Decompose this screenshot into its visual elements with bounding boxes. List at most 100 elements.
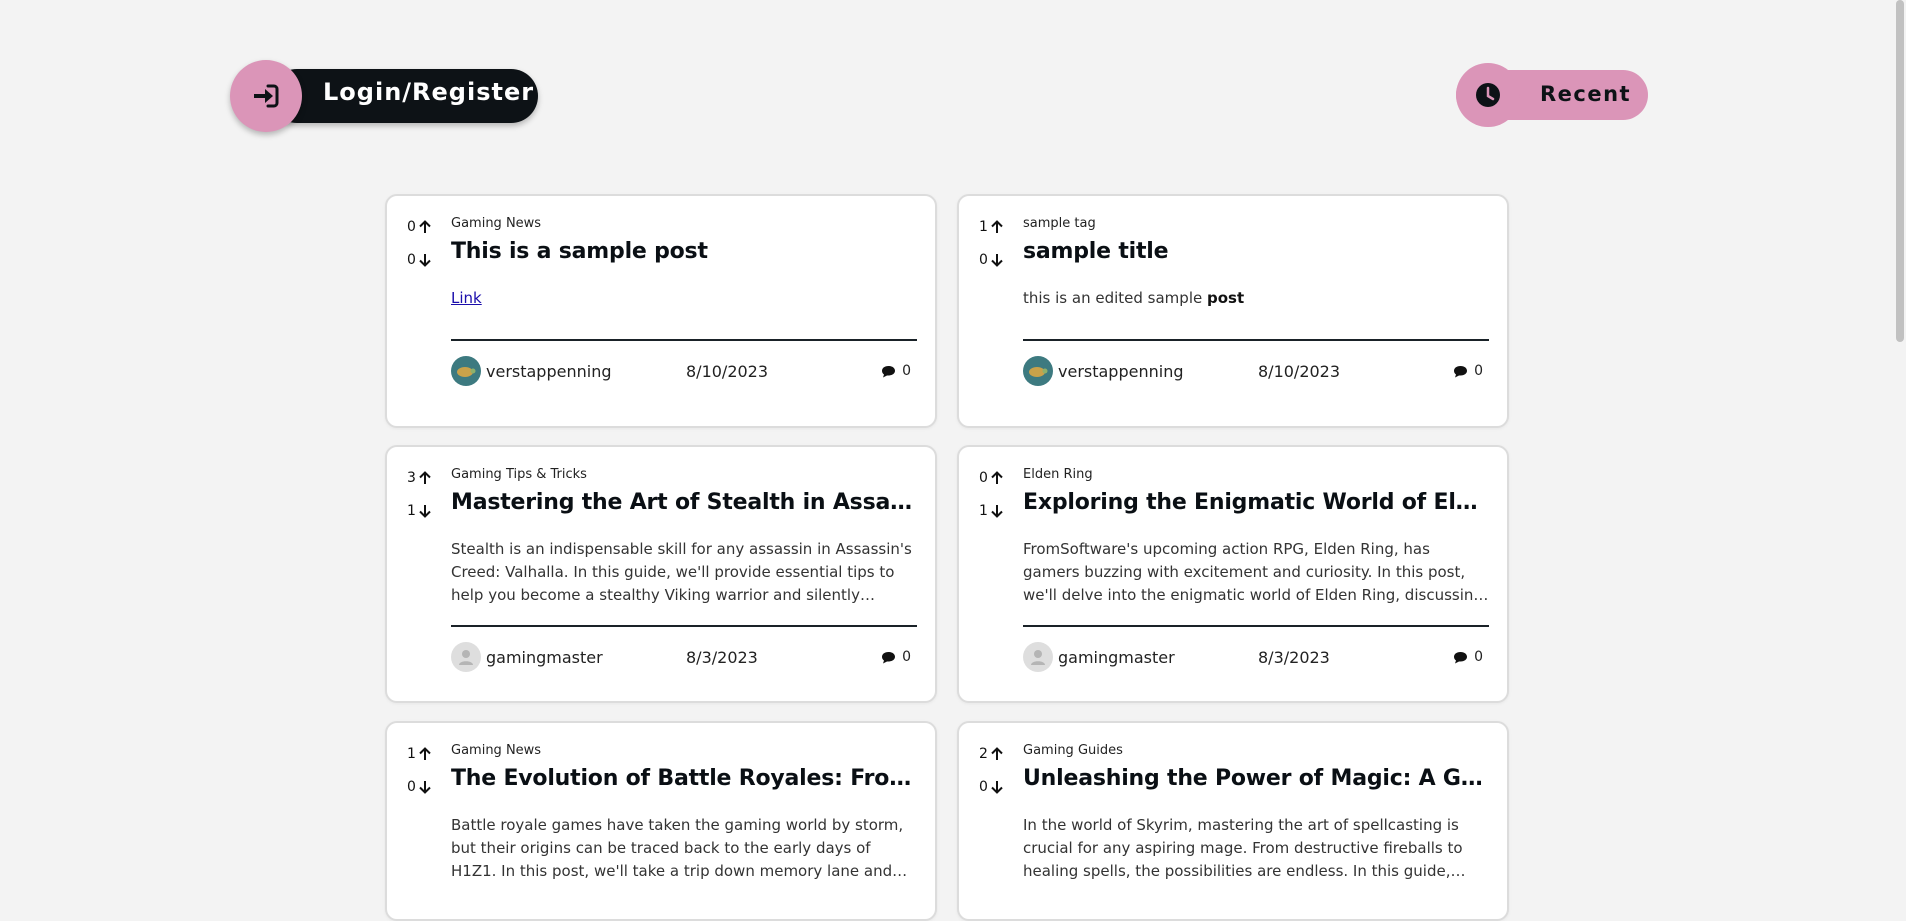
user-icon xyxy=(459,650,473,665)
comment-count: 0 xyxy=(902,363,911,379)
post-excerpt-bold: post xyxy=(1206,289,1245,307)
post-footer: gamingmaster 8/3/2023 0 xyxy=(1023,641,1489,673)
recent-label: Recent xyxy=(1540,82,1632,106)
divider xyxy=(451,625,917,627)
post-title[interactable]: Mastering the Art of Stealth in Assassin… xyxy=(451,490,917,520)
downvote-count: 0 xyxy=(979,252,988,268)
post-excerpt: Stealth is an indispensable skill for an… xyxy=(451,540,912,604)
avatar[interactable] xyxy=(451,356,481,386)
downvote-count: 0 xyxy=(979,779,988,795)
post-title[interactable]: Unleashing the Power of Magic: A Guide t… xyxy=(1023,766,1489,796)
arrow-down-icon xyxy=(419,254,431,267)
post-date: 8/3/2023 xyxy=(686,647,758,667)
upvote-count: 1 xyxy=(407,746,416,762)
comment-count: 0 xyxy=(902,649,911,665)
post-excerpt: In the world of Skyrim, mastering the ar… xyxy=(1023,816,1463,880)
downvote-button[interactable]: 1 xyxy=(407,502,435,520)
post-author[interactable]: verstappenning xyxy=(486,362,686,381)
upvote-button[interactable]: 1 xyxy=(979,218,1007,236)
upvote-button[interactable]: 2 xyxy=(979,745,1007,763)
comment-icon xyxy=(882,651,896,663)
post-footer: verstappenning 8/10/2023 0 xyxy=(451,355,917,387)
post-tag[interactable]: Gaming Tips & Tricks xyxy=(451,467,917,485)
scrollbar[interactable] xyxy=(1894,0,1906,900)
post-tag[interactable]: Gaming News xyxy=(451,216,917,234)
recent-button[interactable]: Recent xyxy=(1456,63,1650,127)
upvote-button[interactable]: 0 xyxy=(407,218,435,236)
arrow-up-icon xyxy=(419,471,431,484)
comment-icon xyxy=(882,365,896,377)
comments-button[interactable]: 0 xyxy=(881,363,911,379)
downvote-button[interactable]: 1 xyxy=(979,502,1007,520)
downvote-button[interactable]: 0 xyxy=(979,778,1007,796)
post-tag[interactable]: Gaming Guides xyxy=(1023,743,1489,761)
post-excerpt: this is an edited sample post xyxy=(1023,287,1489,327)
arrow-down-icon xyxy=(419,505,431,518)
post-date: 8/3/2023 xyxy=(1258,647,1330,667)
login-register-button[interactable]: Login/Register xyxy=(230,60,540,132)
post-excerpt: Link xyxy=(451,287,917,327)
downvote-button[interactable]: 0 xyxy=(407,778,435,796)
vote-box: 0 1 xyxy=(979,469,1007,535)
comment-count: 0 xyxy=(1474,649,1483,665)
post-title[interactable]: Exploring the Enigmatic World of Elden R… xyxy=(1023,490,1489,520)
scrollbar-thumb[interactable] xyxy=(1896,0,1904,342)
comments-button[interactable]: 0 xyxy=(881,649,911,665)
vote-box: 0 0 xyxy=(407,218,435,284)
avatar[interactable] xyxy=(1023,356,1053,386)
post-card[interactable]: 0 0 Gaming News This is a sample post Li… xyxy=(385,194,937,428)
avatar[interactable] xyxy=(451,642,481,672)
downvote-count: 0 xyxy=(407,252,416,268)
post-tag[interactable]: sample tag xyxy=(1023,216,1489,234)
downvote-button[interactable]: 0 xyxy=(407,251,435,269)
post-tag[interactable]: Elden Ring xyxy=(1023,467,1489,485)
arrow-up-icon xyxy=(991,471,1003,484)
login-arrow-icon xyxy=(230,60,302,132)
downvote-count: 1 xyxy=(407,503,416,519)
post-author[interactable]: gamingmaster xyxy=(486,648,686,667)
downvote-button[interactable]: 0 xyxy=(979,251,1007,269)
post-date: 8/10/2023 xyxy=(686,361,769,381)
post-author[interactable]: verstappenning xyxy=(1058,362,1258,381)
comment-icon xyxy=(1454,651,1468,663)
post-author[interactable]: gamingmaster xyxy=(1058,648,1258,667)
arrow-down-icon xyxy=(991,254,1003,267)
upvote-button[interactable]: 1 xyxy=(407,745,435,763)
login-register-label: Login/Register xyxy=(323,78,535,106)
post-tag[interactable]: Gaming News xyxy=(451,743,917,761)
post-card[interactable]: 1 0 sample tag sample title this is an e… xyxy=(957,194,1509,428)
comment-count: 0 xyxy=(1474,363,1483,379)
post-title[interactable]: The Evolution of Battle Royales: From H1… xyxy=(451,766,917,796)
upvote-count: 0 xyxy=(979,470,988,486)
divider xyxy=(1023,625,1489,627)
comments-button[interactable]: 0 xyxy=(1453,363,1483,379)
upvote-button[interactable]: 0 xyxy=(979,469,1007,487)
arrow-up-icon xyxy=(991,220,1003,233)
post-link[interactable]: Link xyxy=(451,289,482,307)
post-card[interactable]: 0 1 Elden Ring Exploring the Enigmatic W… xyxy=(957,445,1509,703)
upvote-count: 3 xyxy=(407,470,416,486)
downvote-count: 0 xyxy=(407,779,416,795)
upvote-count: 2 xyxy=(979,746,988,762)
post-card[interactable]: 1 0 Gaming News The Evolution of Battle … xyxy=(385,721,937,921)
vote-box: 1 0 xyxy=(979,218,1007,284)
post-title[interactable]: This is a sample post xyxy=(451,239,917,269)
divider xyxy=(451,339,917,341)
post-card[interactable]: 2 0 Gaming Guides Unleashing the Power o… xyxy=(957,721,1509,921)
post-excerpt-text: this is an edited sample xyxy=(1023,289,1207,307)
turtle-avatar-icon xyxy=(457,367,476,377)
arrow-down-icon xyxy=(419,781,431,794)
upvote-count: 1 xyxy=(979,219,988,235)
upvote-count: 0 xyxy=(407,219,416,235)
user-icon xyxy=(1031,650,1045,665)
avatar[interactable] xyxy=(1023,642,1053,672)
post-card[interactable]: 3 1 Gaming Tips & Tricks Mastering the A… xyxy=(385,445,937,703)
vote-box: 2 0 xyxy=(979,745,1007,811)
comments-button[interactable]: 0 xyxy=(1453,649,1483,665)
post-date: 8/10/2023 xyxy=(1258,361,1341,381)
vote-box: 1 0 xyxy=(407,745,435,811)
post-excerpt: Battle royale games have taken the gamin… xyxy=(451,816,904,880)
upvote-button[interactable]: 3 xyxy=(407,469,435,487)
post-title[interactable]: sample title xyxy=(1023,239,1489,269)
vote-box: 3 1 xyxy=(407,469,435,535)
